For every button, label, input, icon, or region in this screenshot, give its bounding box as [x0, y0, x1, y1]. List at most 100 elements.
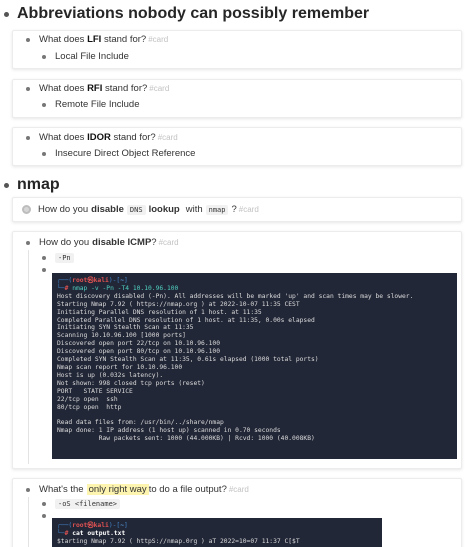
q-bold: lookup — [148, 204, 180, 215]
terminal-output-line: Raw packets sent: 1000 (44.000KB) | Rcvd… — [57, 435, 315, 443]
bullet[interactable] — [26, 135, 30, 140]
answer-text: Remote File Include — [55, 99, 140, 110]
terminal-output-line: Nmap scan report for 10.10.96.100 — [57, 363, 183, 371]
q-bold: disable — [91, 204, 124, 215]
card-tag[interactable]: #card — [159, 238, 179, 247]
prompt-line: ┌──(root㉿kali)-[~] — [57, 522, 128, 529]
terminal-output-line: Completed SYN Stealth Scan at 11:35, 0.6… — [57, 356, 319, 364]
prompt-line: ┌──(root㉿kali)-[~] — [57, 277, 128, 284]
answer-code: -Pn — [55, 253, 74, 263]
q-prefix: What's the — [39, 484, 84, 495]
card-question: What does LFI stand for? #card — [26, 34, 168, 45]
heading-bullet[interactable] — [4, 182, 9, 188]
terminal-screenshot-nmap: ┌──(root㉿kali)-[~] └─# nmap -v -Pn -T4 1… — [52, 273, 457, 459]
bullet[interactable] — [42, 102, 46, 107]
prompt-line-2: └─ — [57, 284, 65, 292]
prompt-mid: )-[ — [108, 522, 121, 529]
q-suffix: stand for? — [110, 132, 156, 143]
card-tag[interactable]: #card — [239, 205, 259, 214]
bullet[interactable] — [42, 514, 46, 518]
card-answer: Local File Include — [42, 51, 129, 62]
prompt-open: ┌──( — [57, 277, 73, 284]
prompt-open: ┌──( — [57, 522, 73, 529]
bullet[interactable] — [26, 37, 30, 42]
prompt-user: root㉿kali — [72, 277, 109, 284]
indent-guide — [28, 250, 29, 464]
q-prefix: What does — [39, 34, 88, 45]
terminal-screenshot-output: ┌──(root㉿kali)-[~] └─# cat output.txt $t… — [52, 518, 382, 547]
q-suffix: to do a file output? — [148, 484, 227, 495]
card-answer: Remote File Include — [42, 99, 139, 110]
question-text: What does RFI stand for? — [39, 83, 147, 94]
q-prefix: What does — [39, 83, 88, 94]
section-title: Abbreviations nobody can possibly rememb… — [17, 5, 370, 22]
inline-code: DNS — [126, 204, 146, 215]
q-suffix: ? — [231, 204, 237, 215]
terminal-output-line: 80/tcp open http — [57, 403, 122, 411]
q-bold: RFI — [87, 83, 103, 94]
section-heading-nmap: nmap — [4, 176, 60, 194]
q-suffix: ? — [151, 237, 157, 248]
q-bold: disable ICMP — [92, 237, 152, 248]
prompt-close: ] — [123, 522, 128, 529]
bullet[interactable] — [26, 86, 30, 91]
terminal-output-line: Scanning 10.10.96.100 [1000 ports] — [57, 332, 186, 340]
terminal-output-line: Host discovery disabled (-Pn). All addre… — [57, 292, 414, 300]
terminal-output-line: Initiating SYN Stealth Scan at 11:35 — [57, 324, 194, 332]
card-tag[interactable]: #card — [158, 133, 178, 142]
prompt-close: ] — [123, 277, 128, 284]
terminal-command: cat output.txt — [72, 529, 126, 537]
bullet[interactable] — [42, 502, 46, 506]
card-answer: -oS <filename> — [42, 499, 123, 509]
bullet[interactable] — [26, 487, 30, 492]
terminal-output-line: Discovered open port 80/tcp on 10.10.96.… — [57, 348, 221, 356]
collapsed-bullet[interactable] — [22, 205, 31, 214]
terminal-output-line: Discovered open port 22/tcp on 10.10.96.… — [57, 340, 221, 348]
q-suffix: stand for? — [102, 83, 148, 94]
card-tag[interactable]: #card — [229, 485, 249, 494]
bullet[interactable] — [42, 256, 46, 260]
answer-text: Local File Include — [55, 51, 129, 62]
prompt-line-2: └─ — [57, 529, 65, 537]
q-bold: IDOR — [87, 132, 111, 143]
section-title: nmap — [17, 176, 60, 193]
terminal-output-line: Completed Parallel DNS resolution of 1 h… — [57, 316, 315, 324]
q-bold: LFI — [87, 34, 102, 45]
card-question: What's the only right way to do a file o… — [26, 484, 249, 495]
terminal-output-line: Read data files from: /usr/bin/../share/… — [57, 419, 224, 427]
card-question: How do you disable ICMP ? #card — [26, 237, 179, 248]
q-prefix: How do you — [39, 237, 90, 248]
question-text: What does LFI stand for? — [39, 34, 146, 45]
terminal-output-line: Nmap done: 1 IP address (1 host up) scan… — [57, 427, 281, 435]
answer-code: -oS <filename> — [55, 499, 121, 509]
question-text: What does IDOR stand for? — [39, 132, 156, 143]
terminal-command: nmap -v -Pn -T4 10.10.96.100 — [72, 284, 179, 292]
card-tag[interactable]: #card — [148, 35, 168, 44]
terminal-output-line: 22/tcp open ssh — [57, 395, 118, 403]
card-tag[interactable]: #card — [149, 84, 169, 93]
q-prefix: What does — [39, 132, 88, 143]
terminal-output-line: Initiating Parallel DNS resolution of 1 … — [57, 308, 262, 316]
card-answer-image-bullet — [42, 268, 55, 272]
bullet[interactable] — [26, 240, 30, 245]
card-answer: Insecure Direct Object Reference — [42, 148, 195, 159]
terminal-output-line: Not shown: 998 closed tcp ports (reset) — [57, 379, 205, 387]
bullet[interactable] — [42, 151, 46, 156]
terminal-output-line: Starting Nmap 7.92 ( https://nmap.org ) … — [57, 300, 300, 308]
terminal-output-line: Host is up (0.032s latency). — [57, 371, 164, 379]
indent-guide — [28, 497, 29, 547]
heading-bullet[interactable] — [4, 11, 9, 17]
bullet[interactable] — [42, 268, 46, 272]
q-suffix: stand for? — [101, 34, 147, 45]
highlighted-text: only right way — [86, 484, 149, 495]
terminal-output-line: PORT STATE SERVICE — [57, 387, 133, 395]
prompt-mid: )-[ — [108, 277, 121, 284]
bullet[interactable] — [42, 54, 46, 59]
inline-code: nmap — [205, 204, 229, 215]
section-heading-abbreviations: Abbreviations nobody can possibly rememb… — [4, 5, 369, 23]
card-question: What does IDOR stand for? #card — [26, 132, 178, 143]
terminal-output: Host discovery disabled (-Pn). All addre… — [57, 293, 413, 442]
card-question: What does RFI stand for? #card — [26, 83, 169, 94]
terminal-output: $tarting Nmap 7.92 ( httpS://nmap.0rg ) … — [57, 537, 300, 545]
q-prefix: How do you — [38, 204, 89, 215]
